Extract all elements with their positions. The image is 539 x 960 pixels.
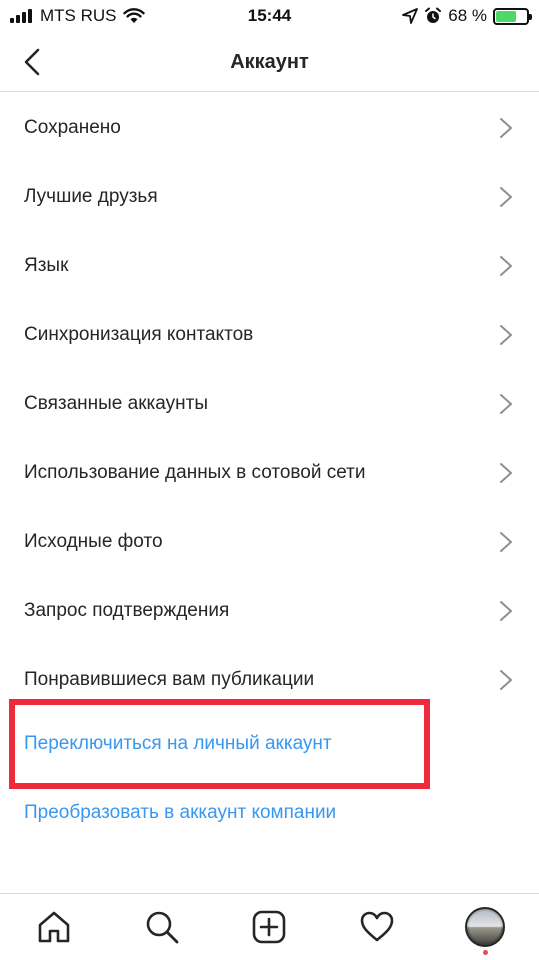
nav-header: Аккаунт [0,34,539,92]
menu-item[interactable]: Язык [0,231,539,300]
convert-to-business-link[interactable]: Преобразовать в аккаунт компании [0,783,539,843]
switch-to-personal-link[interactable]: Переключиться на личный аккаунт [0,714,539,774]
alarm-icon [425,7,442,23]
settings-menu-list: Сохранено Лучшие друзья Язык Синхронизац… [0,93,539,714]
tab-profile[interactable] [455,897,515,957]
menu-item[interactable]: Понравившиеся вам публикации [0,645,539,714]
menu-item-label: Использование данных в сотовой сети [24,461,366,483]
status-left: MTS RUS [10,6,145,26]
heart-icon [360,911,394,942]
menu-item-label: Сохранено [24,116,121,138]
status-right: 68 % [402,6,532,26]
tab-add-post[interactable] [239,897,299,957]
switch-to-personal-label: Переключиться на личный аккаунт [24,733,332,754]
menu-item-label: Синхронизация контактов [24,323,254,345]
back-button[interactable] [14,44,50,80]
menu-item-label: Исходные фото [24,530,163,552]
menu-item[interactable]: Лучшие друзья [0,162,539,231]
menu-item-label: Язык [24,254,69,276]
carrier-name: MTS RUS [40,6,117,25]
chevron-right-icon [500,324,512,345]
menu-item[interactable]: Связанные аккаунты [0,369,539,438]
menu-item[interactable]: Исходные фото [0,507,539,576]
chevron-right-icon [500,600,512,621]
chevron-right-icon [500,669,512,690]
home-icon [38,911,70,943]
battery-icon [493,7,532,25]
menu-item-label: Запрос подтверждения [24,599,230,621]
chevron-right-icon [500,186,512,207]
chevron-right-icon [500,462,512,483]
notification-dot [483,950,489,955]
menu-item[interactable]: Использование данных в сотовой сети [0,438,539,507]
tab-search[interactable] [132,897,192,957]
battery-fill [496,10,517,22]
convert-to-business-label: Преобразовать в аккаунт компании [24,802,337,823]
menu-item-label: Понравившиеся вам публикации [24,668,315,690]
signal-icon [10,9,34,23]
menu-item[interactable]: Синхронизация контактов [0,300,539,369]
search-icon [146,911,179,944]
bottom-tab-bar [0,893,539,960]
wifi-icon [122,8,145,23]
chevron-right-icon [500,255,512,276]
menu-item[interactable]: Запрос подтверждения [0,576,539,645]
page-title: Аккаунт [230,51,309,73]
tab-home[interactable] [24,897,84,957]
chevron-right-icon [500,393,512,414]
battery-percent: 68 % [448,6,487,25]
chevron-right-icon [500,531,512,552]
profile-avatar [465,907,506,947]
status-bar: MTS RUS 15:44 68 % [0,0,539,34]
add-post-icon [253,910,286,944]
tab-activity[interactable] [347,897,407,957]
menu-item-label: Лучшие друзья [24,185,158,207]
location-arrow-icon [402,8,419,24]
menu-item-label: Связанные аккаунты [24,392,208,414]
menu-item[interactable]: Сохранено [0,93,539,162]
chevron-left-icon [24,48,40,76]
chevron-right-icon [500,117,512,138]
